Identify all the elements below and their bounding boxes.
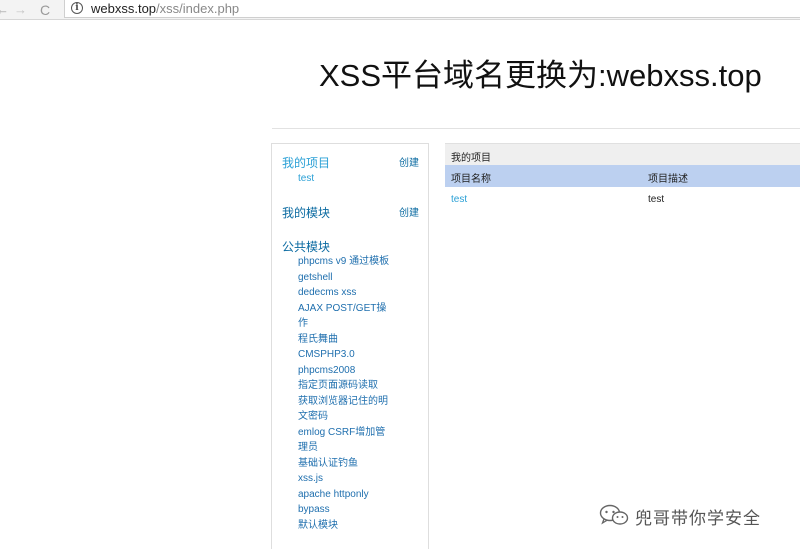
project-name-link[interactable]: test	[451, 194, 467, 205]
create-module-link[interactable]: 创建	[399, 204, 419, 219]
sidebar-item-module[interactable]: xss.js	[298, 473, 323, 485]
page-title: XSS平台域名更换为:webxss.top	[319, 58, 762, 93]
sidebar-item-module[interactable]: 作	[298, 318, 308, 330]
sidebar-item-module[interactable]: emlog CSRF增加管	[298, 427, 385, 439]
reload-icon[interactable]: C	[40, 2, 50, 18]
panel-header: 我的项目	[445, 143, 800, 165]
watermark-text: 兜哥带你学安全	[635, 509, 761, 528]
sidebar-item-module[interactable]: 获取浏览器记住的明	[298, 396, 388, 408]
divider	[272, 128, 800, 129]
sidebar-heading-public-modules: 公共模块	[282, 240, 331, 254]
url-text[interactable]: webxss.top/xss/index.php	[91, 1, 239, 16]
panel-title: 我的项目	[451, 153, 491, 164]
url-path: /xss/index.php	[156, 1, 240, 16]
back-icon[interactable]: ←	[0, 2, 9, 18]
sidebar-item-module[interactable]: apache httponly	[298, 489, 369, 501]
project-description: test	[648, 194, 665, 205]
sidebar-item-module[interactable]: bypass	[298, 504, 330, 516]
sidebar-heading-my-projects[interactable]: 我的项目	[282, 154, 330, 171]
forward-icon[interactable]: →	[14, 2, 27, 18]
info-icon[interactable]: i	[71, 2, 83, 14]
sidebar-item-module[interactable]: AJAX POST/GET操	[298, 303, 386, 315]
sidebar-item-module[interactable]: 默认模块	[298, 520, 338, 532]
sidebar-item-module[interactable]: getshell	[298, 272, 332, 284]
sidebar-heading-my-modules[interactable]: 我的模块	[282, 204, 330, 221]
sidebar: 我的项目 创建 test 我的模块 创建 公共模块 phpcms v9 通过模板…	[271, 143, 429, 549]
page: ← → C i webxss.top/xss/index.php XSS平台域名…	[0, 0, 800, 549]
browser-toolbar: ← → C i webxss.top/xss/index.php	[0, 0, 800, 20]
projects-panel: 我的项目 项目名称 项目描述 test test	[445, 143, 800, 223]
column-header-name: 项目名称	[451, 174, 491, 185]
address-bar[interactable]: i webxss.top/xss/index.php	[64, 0, 800, 18]
sidebar-item-module[interactable]: 程氏舞曲	[298, 334, 338, 346]
sidebar-item-module[interactable]: phpcms2008	[298, 365, 355, 377]
table-header: 项目名称 项目描述	[445, 165, 800, 187]
table-row: test test	[445, 187, 800, 211]
sidebar-item-project[interactable]: test	[298, 173, 314, 185]
sidebar-item-module[interactable]: 指定页面源码读取	[298, 380, 378, 392]
sidebar-item-module[interactable]: phpcms v9 通过模板	[298, 256, 389, 268]
sidebar-item-module[interactable]: dedecms xss	[298, 287, 356, 299]
create-project-link[interactable]: 创建	[399, 154, 419, 169]
sidebar-item-module[interactable]: 基础认证钓鱼	[298, 458, 358, 470]
sidebar-item-module[interactable]: CMSPHP3.0	[298, 349, 355, 361]
sidebar-item-module[interactable]: 文密码	[298, 411, 328, 423]
column-header-description: 项目描述	[648, 174, 688, 185]
wechat-icon	[599, 504, 629, 525]
url-host: webxss.top	[91, 1, 157, 16]
sidebar-item-module[interactable]: 理员	[298, 442, 318, 454]
